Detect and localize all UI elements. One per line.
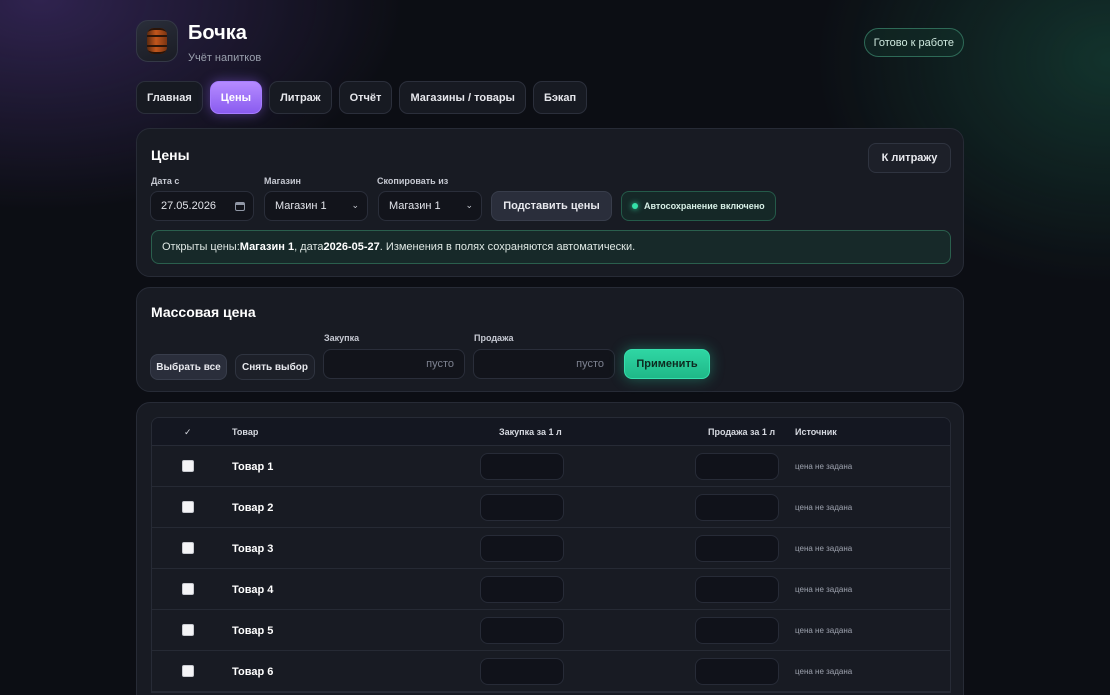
mass-sale-placeholder: пусто [576, 358, 604, 370]
purchase-price-input[interactable] [480, 658, 564, 685]
product-name: Товар 5 [232, 625, 274, 637]
deselect-button[interactable]: Снять выбор [235, 354, 315, 380]
date-label: Дата с [151, 176, 180, 186]
shop-select-value: Магазин 1 [275, 200, 327, 212]
shop-label: Магазин [264, 176, 301, 186]
status-badge: Готово к работе [863, 28, 964, 57]
row-checkbox[interactable] [182, 542, 194, 554]
sale-price-input[interactable] [695, 494, 779, 521]
apply-button[interactable]: Применить [624, 349, 710, 379]
notice-prefix: Открыты цены: [162, 241, 240, 253]
table-row: Товар 2 цена не задана [152, 487, 950, 528]
nav-tabs: Главная Цены Литраж Отчёт Магазины / тов… [136, 81, 588, 114]
sale-label: Продажа [474, 333, 514, 343]
mass-price-card: Массовая цена Выбрать все Снять выбор За… [136, 287, 964, 392]
purchase-label: Закупка [324, 333, 360, 343]
price-source: цена не задана [795, 585, 853, 594]
mass-sale-input[interactable]: пусто [473, 349, 615, 379]
row-checkbox[interactable] [182, 583, 194, 595]
row-checkbox[interactable] [182, 501, 194, 513]
notice-shop: Магазин 1 [239, 241, 295, 253]
autosave-text: Автосохранение включено [644, 201, 765, 211]
sale-price-input[interactable] [695, 617, 779, 644]
to-liters-button[interactable]: К литражу [868, 143, 951, 173]
prices-card: Цены К литражу Дата с 27.05.2026 Магазин… [136, 128, 964, 277]
purchase-price-input[interactable] [480, 494, 564, 521]
column-check: ✓ [184, 427, 192, 437]
column-sale: Продажа за 1 л [708, 427, 776, 437]
date-value: 27.05.2026 [161, 200, 217, 212]
purchase-price-input[interactable] [480, 453, 564, 480]
tab-shops-products[interactable]: Магазины / товары [399, 81, 526, 114]
product-name: Товар 1 [232, 461, 274, 473]
purchase-price-input[interactable] [480, 535, 564, 562]
tab-report[interactable]: Отчёт [338, 81, 393, 114]
sale-price-input[interactable] [695, 453, 779, 480]
sale-price-input[interactable] [695, 535, 779, 562]
notice-date: 2026-05-27 [323, 241, 380, 253]
autosave-badge: Автосохранение включено [621, 191, 776, 221]
product-name: Товар 2 [232, 502, 274, 514]
fill-prices-button[interactable]: Подставить цены [491, 191, 612, 221]
barrel-logo-icon [136, 20, 178, 62]
app-title: Бочка [188, 22, 247, 44]
tab-backup[interactable]: Бэкап [532, 81, 588, 114]
mass-purchase-input[interactable]: пусто [323, 349, 465, 379]
app-header: Бочка Учёт напитков Готово к работе [136, 20, 964, 70]
chevron-down-icon: ⌄ [465, 200, 473, 210]
prices-notice: Открыты цены: Магазин 1, дата 2026-05-27… [151, 230, 951, 264]
product-name: Товар 3 [232, 543, 274, 555]
copy-from-select[interactable]: Магазин 1 ⌄ [378, 191, 482, 221]
tab-liters[interactable]: Литраж [269, 81, 332, 114]
chevron-down-icon: ⌄ [351, 200, 359, 210]
price-source: цена не задана [795, 626, 853, 635]
notice-mid: , дата [294, 241, 324, 253]
products-table: ✓ Товар Закупка за 1 л Продажа за 1 л Ис… [151, 417, 951, 693]
products-table-card: ✓ Товар Закупка за 1 л Продажа за 1 л Ис… [136, 402, 964, 695]
row-checkbox[interactable] [182, 460, 194, 472]
price-source: цена не задана [795, 462, 853, 471]
shop-select[interactable]: Магазин 1 ⌄ [264, 191, 368, 221]
product-name: Товар 6 [232, 666, 274, 678]
tab-home[interactable]: Главная [136, 81, 203, 114]
table-row: Товар 1 цена не задана [152, 446, 950, 487]
price-source: цена не задана [795, 503, 853, 512]
status-dot-icon [632, 203, 638, 209]
table-row: Товар 6 цена не задана [152, 651, 950, 692]
column-source: Источник [795, 427, 837, 437]
column-purchase: Закупка за 1 л [499, 427, 562, 437]
purchase-price-input[interactable] [480, 617, 564, 644]
prices-title: Цены [151, 147, 190, 163]
notice-suffix: . Изменения в полях сохраняются автомати… [379, 241, 636, 253]
copy-from-select-value: Магазин 1 [389, 200, 441, 212]
select-all-button[interactable]: Выбрать все [150, 354, 227, 380]
tab-prices[interactable]: Цены [209, 81, 263, 114]
product-name: Товар 4 [232, 584, 274, 596]
table-row: Товар 3 цена не задана [152, 528, 950, 569]
column-product: Товар [232, 427, 259, 437]
date-input[interactable]: 27.05.2026 [150, 191, 254, 221]
copy-from-label: Скопировать из [377, 176, 449, 186]
price-source: цена не задана [795, 544, 853, 553]
table-row: Товар 4 цена не задана [152, 569, 950, 610]
table-header: ✓ Товар Закупка за 1 л Продажа за 1 л Ис… [152, 418, 950, 446]
row-checkbox[interactable] [182, 665, 194, 677]
calendar-icon[interactable] [235, 202, 245, 211]
app-subtitle: Учёт напитков [188, 52, 262, 64]
price-source: цена не задана [795, 667, 853, 676]
purchase-price-input[interactable] [480, 576, 564, 603]
sale-price-input[interactable] [695, 658, 779, 685]
row-checkbox[interactable] [182, 624, 194, 636]
table-row: Товар 5 цена не задана [152, 610, 950, 651]
mass-purchase-placeholder: пусто [426, 358, 454, 370]
sale-price-input[interactable] [695, 576, 779, 603]
mass-price-title: Массовая цена [151, 304, 256, 320]
